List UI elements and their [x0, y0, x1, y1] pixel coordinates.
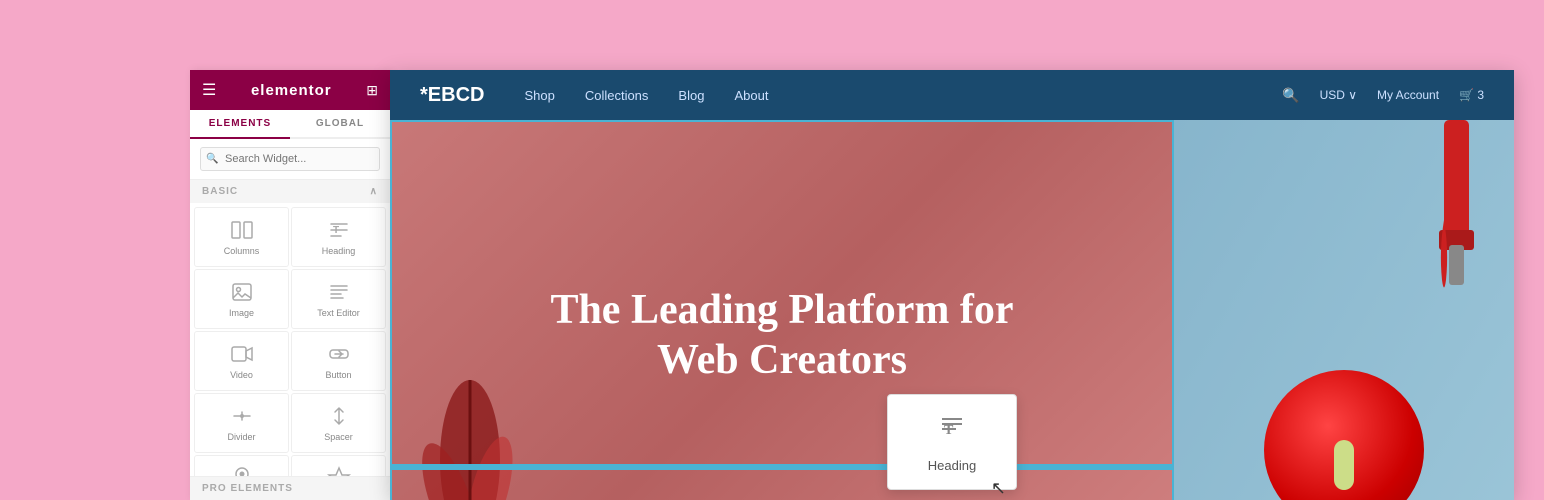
icon-widget-icon: [327, 466, 351, 476]
columns-icon: [230, 218, 254, 242]
widget-icon[interactable]: Icon: [291, 455, 386, 476]
site-header-right: 🔍 USD ∨ My Account 🛒 3: [1282, 87, 1484, 104]
site-header: *EBCD Shop Collections Blog About 🔍 USD …: [390, 70, 1514, 120]
widget-columns[interactable]: Columns: [194, 207, 289, 267]
site-cart[interactable]: 🛒 3: [1459, 88, 1484, 102]
drag-tooltip: T Heading ↖: [887, 394, 1017, 490]
tab-elements[interactable]: ELEMENTS: [190, 110, 290, 139]
canvas: *EBCD Shop Collections Blog About 🔍 USD …: [390, 70, 1514, 500]
divider-label: Divider: [227, 432, 255, 442]
sidebar-tabs: ELEMENTS GLOBAL: [190, 110, 390, 139]
site-currency[interactable]: USD ∨: [1320, 88, 1357, 102]
button-icon: [327, 342, 351, 366]
widget-text-editor[interactable]: Text Editor: [291, 269, 386, 329]
search-input[interactable]: [200, 147, 380, 171]
site-search-icon[interactable]: 🔍: [1282, 87, 1299, 104]
google-maps-icon: [230, 466, 254, 476]
button-label: Button: [325, 370, 351, 380]
widget-google-maps[interactable]: Google Maps: [194, 455, 289, 476]
drag-tooltip-icon: T: [936, 411, 968, 450]
columns-label: Columns: [224, 246, 260, 256]
image-icon: [230, 280, 254, 304]
pro-elements-section-header: PRO ELEMENTS: [190, 476, 390, 500]
nav-about[interactable]: About: [734, 88, 768, 103]
widget-grid: Columns T Heading: [190, 203, 390, 476]
widget-search-wrapper: [190, 139, 390, 180]
site-account[interactable]: My Account: [1377, 88, 1439, 102]
basic-section-header: BASIC ∧: [190, 180, 390, 203]
sidebar-header: ☰ elementor ⊞: [190, 70, 390, 110]
nav-shop[interactable]: Shop: [524, 88, 554, 103]
sidebar-title: elementor: [251, 82, 332, 99]
svg-text:T: T: [333, 225, 339, 236]
widget-video[interactable]: Video: [194, 331, 289, 391]
nav-collections[interactable]: Collections: [585, 88, 649, 103]
hero-heading: The Leading Platform for Web Creators: [482, 285, 1082, 386]
heading-label: Heading: [322, 246, 356, 256]
site-logo: *EBCD: [420, 84, 484, 107]
video-label: Video: [230, 370, 253, 380]
spacer-icon: [327, 404, 351, 428]
grid-icon[interactable]: ⊞: [366, 82, 378, 99]
hero-right: [1174, 120, 1514, 500]
selection-bar: [390, 464, 1174, 470]
site-nav: Shop Collections Blog About: [524, 88, 1282, 103]
heading-icon: T: [327, 218, 351, 242]
spacer-label: Spacer: [324, 432, 353, 442]
paint-brush-decoration: [1394, 120, 1514, 320]
hamburger-icon[interactable]: ☰: [202, 80, 216, 100]
widget-heading[interactable]: T Heading: [291, 207, 386, 267]
basic-section-label: BASIC: [202, 186, 238, 197]
svg-text:T: T: [944, 423, 954, 438]
tab-global[interactable]: GLOBAL: [290, 110, 390, 137]
sidebar: ☰ elementor ⊞ ELEMENTS GLOBAL BASIC ∧: [190, 70, 390, 500]
video-icon: [230, 342, 254, 366]
basic-section-chevron[interactable]: ∧: [370, 186, 378, 197]
widget-divider[interactable]: Divider: [194, 393, 289, 453]
widget-button[interactable]: Button: [291, 331, 386, 391]
red-ball-inner: [1334, 440, 1354, 490]
drag-tooltip-label: Heading: [928, 458, 976, 473]
nav-blog[interactable]: Blog: [678, 88, 704, 103]
hero-left: The Leading Platform for Web Creators + …: [390, 120, 1174, 500]
cursor-icon: ↖: [991, 478, 1006, 499]
text-editor-label: Text Editor: [317, 308, 360, 318]
divider-icon: [230, 404, 254, 428]
widget-image[interactable]: Image: [194, 269, 289, 329]
hero-section: The Leading Platform for Web Creators + …: [390, 120, 1514, 500]
widget-spacer[interactable]: Spacer: [291, 393, 386, 453]
text-editor-icon: [327, 280, 351, 304]
image-label: Image: [229, 308, 254, 318]
pro-elements-label: PRO ELEMENTS: [202, 483, 293, 494]
